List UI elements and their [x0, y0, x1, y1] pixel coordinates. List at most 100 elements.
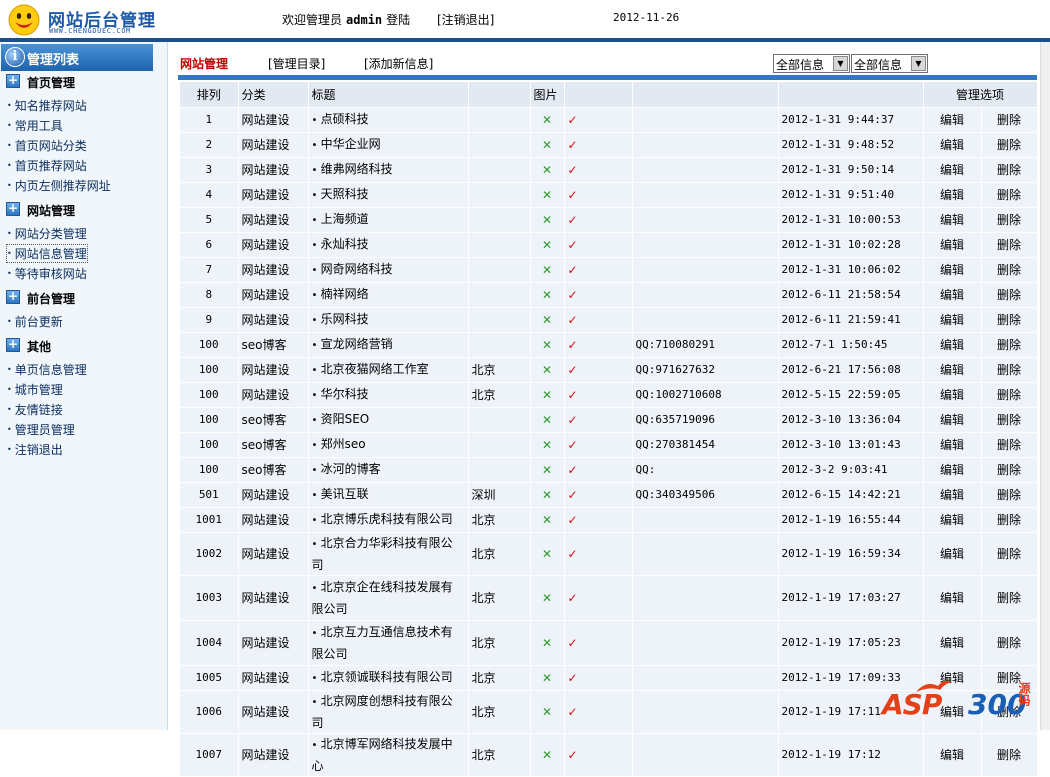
- edit-link[interactable]: 编辑: [923, 207, 982, 233]
- site-title-link[interactable]: 乐网科技: [312, 312, 369, 326]
- site-title-link[interactable]: 永灿科技: [312, 237, 369, 251]
- edit-link[interactable]: 编辑: [923, 307, 982, 333]
- logout-link[interactable]: [注销退出]: [437, 11, 494, 28]
- delete-link[interactable]: 删除: [981, 257, 1038, 283]
- edit-link[interactable]: 编辑: [923, 482, 982, 508]
- sidebar-item-site-info[interactable]: 网站信息管理: [6, 244, 88, 263]
- delete-link[interactable]: 删除: [981, 332, 1038, 358]
- delete-link[interactable]: 删除: [981, 432, 1038, 458]
- approved-check-icon[interactable]: ✓: [564, 382, 633, 408]
- delete-link[interactable]: 删除: [981, 575, 1038, 621]
- edit-link[interactable]: 编辑: [923, 107, 982, 133]
- no-image-x-icon[interactable]: ✕: [530, 332, 565, 358]
- sidebar-item-logout[interactable]: 注销退出: [7, 441, 63, 458]
- delete-link[interactable]: 删除: [981, 620, 1038, 666]
- sidebar-item-friend-links[interactable]: 友情链接: [7, 401, 63, 418]
- approved-check-icon[interactable]: ✓: [564, 432, 633, 458]
- delete-link[interactable]: 删除: [981, 307, 1038, 333]
- sidebar-item-home-categories[interactable]: 首页网站分类: [7, 137, 87, 154]
- approved-check-icon[interactable]: ✓: [564, 690, 633, 734]
- site-title-link[interactable]: 北京互力互通信息技术有限公司: [312, 625, 453, 661]
- edit-link[interactable]: 编辑: [923, 332, 982, 358]
- site-title-link[interactable]: 美讯互联: [312, 487, 369, 501]
- approved-check-icon[interactable]: ✓: [564, 282, 633, 308]
- no-image-x-icon[interactable]: ✕: [530, 357, 565, 383]
- no-image-x-icon[interactable]: ✕: [530, 282, 565, 308]
- delete-link[interactable]: 删除: [981, 733, 1038, 777]
- sidebar-item-home-recommended[interactable]: 首页推荐网站: [7, 157, 87, 174]
- delete-link[interactable]: 删除: [981, 157, 1038, 183]
- site-title-link[interactable]: 维弗网络科技: [312, 162, 393, 176]
- no-image-x-icon[interactable]: ✕: [530, 232, 565, 258]
- approved-check-icon[interactable]: ✓: [564, 407, 633, 433]
- filter-select-1[interactable]: 全部信息 ▼: [773, 54, 850, 73]
- site-title-link[interactable]: 北京网度创想科技有限公司: [312, 694, 453, 730]
- edit-link[interactable]: 编辑: [923, 357, 982, 383]
- no-image-x-icon[interactable]: ✕: [530, 432, 565, 458]
- no-image-x-icon[interactable]: ✕: [530, 482, 565, 508]
- edit-link[interactable]: 编辑: [923, 132, 982, 158]
- sidebar-item-admins[interactable]: 管理员管理: [7, 421, 75, 438]
- site-title-link[interactable]: 中华企业网: [312, 137, 381, 151]
- delete-link[interactable]: 删除: [981, 507, 1038, 533]
- site-title-link[interactable]: 天照科技: [312, 187, 369, 201]
- site-title-link[interactable]: 郑州seo: [312, 437, 366, 451]
- no-image-x-icon[interactable]: ✕: [530, 132, 565, 158]
- approved-check-icon[interactable]: ✓: [564, 733, 633, 777]
- no-image-x-icon[interactable]: ✕: [530, 620, 565, 666]
- no-image-x-icon[interactable]: ✕: [530, 733, 565, 777]
- approved-check-icon[interactable]: ✓: [564, 357, 633, 383]
- expand-plus-icon[interactable]: +: [6, 290, 20, 304]
- sidebar-item-frontend-update[interactable]: 前台更新: [7, 313, 63, 330]
- delete-link[interactable]: 删除: [981, 482, 1038, 508]
- edit-link[interactable]: 编辑: [923, 432, 982, 458]
- site-title-link[interactable]: 北京夜猫网络工作室: [312, 362, 429, 376]
- approved-check-icon[interactable]: ✓: [564, 307, 633, 333]
- delete-link[interactable]: 删除: [981, 407, 1038, 433]
- delete-link[interactable]: 删除: [981, 282, 1038, 308]
- approved-check-icon[interactable]: ✓: [564, 132, 633, 158]
- dropdown-arrow-icon[interactable]: ▼: [833, 56, 848, 71]
- delete-link[interactable]: 删除: [981, 382, 1038, 408]
- edit-link[interactable]: 编辑: [923, 257, 982, 283]
- edit-link[interactable]: 编辑: [923, 620, 982, 666]
- site-title-link[interactable]: 北京合力华彩科技有限公司: [312, 536, 453, 572]
- site-title-link[interactable]: 北京博乐虎科技有限公司: [312, 512, 453, 526]
- sidebar-group-other[interactable]: + 其他: [0, 335, 168, 355]
- approved-check-icon[interactable]: ✓: [564, 232, 633, 258]
- site-title-link[interactable]: 网奇网络科技: [312, 262, 393, 276]
- edit-link[interactable]: 编辑: [923, 157, 982, 183]
- edit-link[interactable]: 编辑: [923, 182, 982, 208]
- site-title-link[interactable]: 华尔科技: [312, 387, 369, 401]
- edit-link[interactable]: 编辑: [923, 282, 982, 308]
- sidebar-item-site-categories[interactable]: 网站分类管理: [7, 225, 87, 242]
- site-title-link[interactable]: 资阳SEO: [312, 412, 370, 426]
- sidebar-item-tools[interactable]: 常用工具: [7, 117, 63, 134]
- site-title-link[interactable]: 北京京企在线科技发展有限公司: [312, 580, 453, 616]
- approved-check-icon[interactable]: ✓: [564, 482, 633, 508]
- sidebar-item-single-page[interactable]: 单页信息管理: [7, 361, 87, 378]
- expand-plus-icon[interactable]: +: [6, 202, 20, 216]
- approved-check-icon[interactable]: ✓: [564, 182, 633, 208]
- site-title-link[interactable]: 上海频道: [312, 212, 369, 226]
- sidebar-group-sites[interactable]: + 网站管理: [0, 199, 168, 219]
- no-image-x-icon[interactable]: ✕: [530, 507, 565, 533]
- scrollbar[interactable]: [1040, 42, 1050, 730]
- edit-link[interactable]: 编辑: [923, 382, 982, 408]
- no-image-x-icon[interactable]: ✕: [530, 575, 565, 621]
- delete-link[interactable]: 删除: [981, 182, 1038, 208]
- site-title-link[interactable]: 点硕科技: [312, 112, 369, 126]
- delete-link[interactable]: 删除: [981, 457, 1038, 483]
- expand-plus-icon[interactable]: +: [6, 338, 20, 352]
- no-image-x-icon[interactable]: ✕: [530, 665, 565, 691]
- expand-plus-icon[interactable]: +: [6, 74, 20, 88]
- delete-link[interactable]: 删除: [981, 107, 1038, 133]
- dropdown-arrow-icon[interactable]: ▼: [911, 56, 926, 71]
- no-image-x-icon[interactable]: ✕: [530, 307, 565, 333]
- approved-check-icon[interactable]: ✓: [564, 107, 633, 133]
- delete-link[interactable]: 删除: [981, 357, 1038, 383]
- no-image-x-icon[interactable]: ✕: [530, 107, 565, 133]
- approved-check-icon[interactable]: ✓: [564, 157, 633, 183]
- edit-link[interactable]: 编辑: [923, 733, 982, 777]
- no-image-x-icon[interactable]: ✕: [530, 257, 565, 283]
